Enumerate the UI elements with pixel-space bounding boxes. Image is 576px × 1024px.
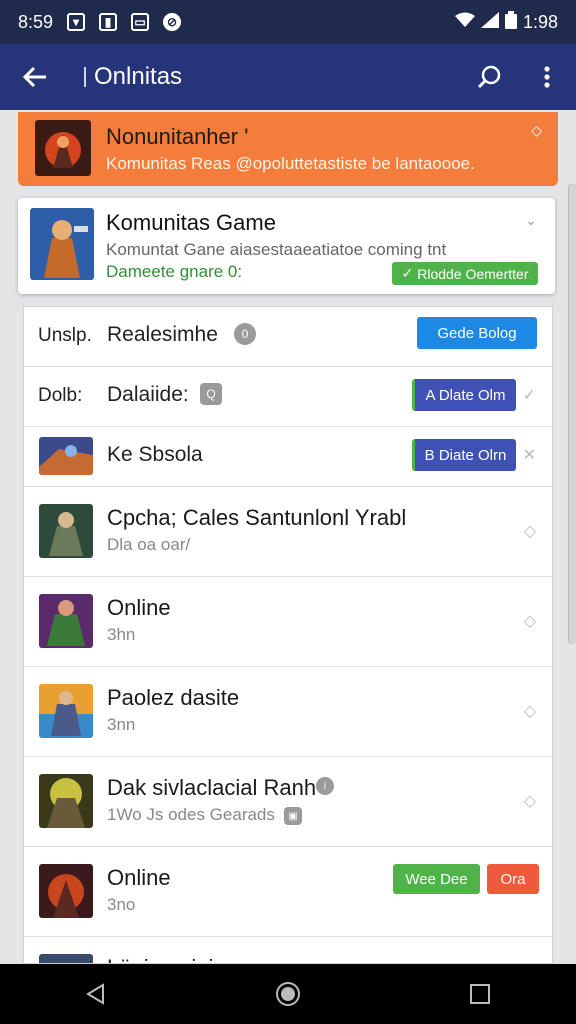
primary-action-label: Wee Dee: [405, 870, 468, 888]
game-thumbnail: [39, 504, 93, 558]
secondary-action-button[interactable]: Ora: [487, 864, 539, 894]
game-row[interactable]: Lägioe giaine ◇: [24, 937, 552, 963]
scrollbar[interactable]: [568, 184, 576, 644]
primary-action-button[interactable]: Wee Dee: [393, 864, 480, 894]
featured-community-card[interactable]: Komunitas Game Komuntat Gane aiasestaaea…: [18, 198, 555, 294]
game-title: Paolez dasite: [107, 685, 240, 710]
featured-action-button[interactable]: ✓ Rlodde Oemertter: [392, 262, 538, 285]
featured-thumbnail: [30, 208, 94, 280]
notes-icon: ▮: [99, 13, 118, 31]
setting-value: Dalaiide:: [107, 383, 189, 406]
blog-button[interactable]: Gede Bolog: [417, 317, 537, 349]
game-row[interactable]: Paolez dasite 3nn ◇: [24, 667, 552, 757]
lock-badge: Q: [200, 383, 222, 405]
game-subtitle: 1Wo Js odes Gearads: [107, 805, 275, 824]
diamond-icon[interactable]: ◇: [524, 701, 536, 721]
announcement-banner[interactable]: Nonunitanher ' Komunitas Reas @opoluttet…: [18, 112, 558, 186]
featured-meta: Dameete gnare 0:: [106, 262, 243, 281]
blocked-icon: ⊘: [163, 13, 182, 31]
diamond-icon[interactable]: ◇: [524, 791, 536, 811]
banner-title: Nonunitanher ': [106, 124, 249, 149]
game-thumbnail: [39, 954, 93, 963]
update-button-label: A Dlate Olm: [425, 386, 506, 404]
game-title: Lägioe giaine: [107, 955, 238, 963]
featured-description: Komuntat Gane aiasestaaeatiatoe coming t…: [106, 240, 447, 259]
page-title: Onlnitas: [94, 63, 183, 90]
game-subtitle: 3nn: [107, 715, 136, 734]
nav-home-icon[interactable]: [258, 964, 318, 1024]
chevron-down-icon[interactable]: ⌄: [525, 212, 537, 229]
setting-thumbnail: [39, 437, 93, 475]
blog-button-label: Gede Bolog: [437, 324, 517, 342]
message-icon: ▭: [131, 13, 150, 31]
banner-thumbnail: [35, 120, 91, 176]
game-title: Online: [107, 595, 171, 620]
status-bar: 8:59 ▾ ▮ ▭ ⊘ 1:98: [0, 0, 576, 44]
diamond-icon[interactable]: ◇: [524, 611, 536, 631]
setting-label: Unslp.: [38, 325, 92, 346]
game-subtitle: Dla oa oar/: [107, 535, 191, 554]
status-right: 1:98: [454, 10, 558, 34]
setting-row[interactable]: Ke Sbsola B Diate Olrn ✕: [24, 427, 552, 487]
status-time: 8:59: [18, 11, 54, 32]
setting-value: Realesimhe: [107, 323, 218, 346]
info-icon: i: [316, 777, 334, 795]
update-button[interactable]: B Diate Olrn: [412, 439, 516, 471]
check-icon: ✓: [401, 265, 414, 281]
info-badge: 0: [234, 323, 256, 345]
game-row[interactable]: Online 3no Wee Dee Ora: [24, 847, 552, 937]
setting-value: Ke Sbsola: [107, 443, 203, 466]
title-divider: [84, 67, 86, 87]
close-icon[interactable]: ✕: [523, 445, 536, 465]
app-bar-actions: [460, 44, 576, 110]
more-vert-icon[interactable]: [518, 44, 576, 110]
game-thumbnail: [39, 774, 93, 828]
community-list: Unslp. Realesimhe 0 Gede Bolog Dolb: Dal…: [23, 306, 553, 964]
navigation-bar: [0, 964, 576, 1024]
app-bar: Onlnitas: [0, 44, 576, 110]
game-title: Cpcha; Cales Santunlonl Yrabl: [107, 505, 407, 530]
battery-level: 1:98: [522, 11, 558, 32]
setting-row[interactable]: Dolb: Dalaiide: Q A Dlate Olm ✓: [24, 367, 552, 427]
search-icon[interactable]: [460, 44, 518, 110]
banner-subtitle: Komunitas Reas @opoluttetastiste be lant…: [106, 154, 475, 173]
diamond-icon[interactable]: ◇: [524, 521, 536, 541]
game-subtitle: 3no: [107, 895, 136, 914]
game-thumbnail: [39, 594, 93, 648]
nav-recents-icon[interactable]: [450, 964, 510, 1024]
secondary-action-label: Ora: [500, 870, 526, 888]
featured-title: Komunitas Game: [106, 210, 276, 235]
game-row[interactable]: Cpcha; Cales Santunlonl Yrabl Dla oa oar…: [24, 487, 552, 577]
wifi-icon: [454, 12, 475, 33]
lock-icon: ▣: [284, 807, 302, 825]
featured-action-label: Rlodde Oemertter: [417, 265, 529, 282]
game-subtitle: 3hn: [107, 625, 136, 644]
nav-back-icon[interactable]: [66, 964, 126, 1024]
update-button[interactable]: A Dlate Olm: [412, 379, 516, 411]
setting-row[interactable]: Unslp. Realesimhe 0 Gede Bolog: [24, 307, 552, 367]
shield-icon: ▾: [67, 13, 86, 31]
signal-icon: [480, 11, 499, 33]
update-button-label: B Diate Olrn: [424, 446, 507, 464]
game-row[interactable]: Online 3hn ◇: [24, 577, 552, 667]
diamond-icon[interactable]: ◇: [531, 122, 542, 139]
check-icon: ✓: [522, 387, 536, 404]
game-thumbnail: [39, 684, 93, 738]
back-arrow-icon[interactable]: [0, 44, 70, 110]
setting-label: Dolb:: [38, 385, 83, 406]
battery-icon: [504, 10, 517, 34]
game-title: Online: [107, 865, 171, 890]
game-thumbnail: [39, 864, 93, 918]
game-row[interactable]: Dak sivlaclacial Ranh i 1Wo Js odes Gear…: [24, 757, 552, 847]
game-title: Dak sivlaclacial Ranh: [107, 775, 317, 800]
